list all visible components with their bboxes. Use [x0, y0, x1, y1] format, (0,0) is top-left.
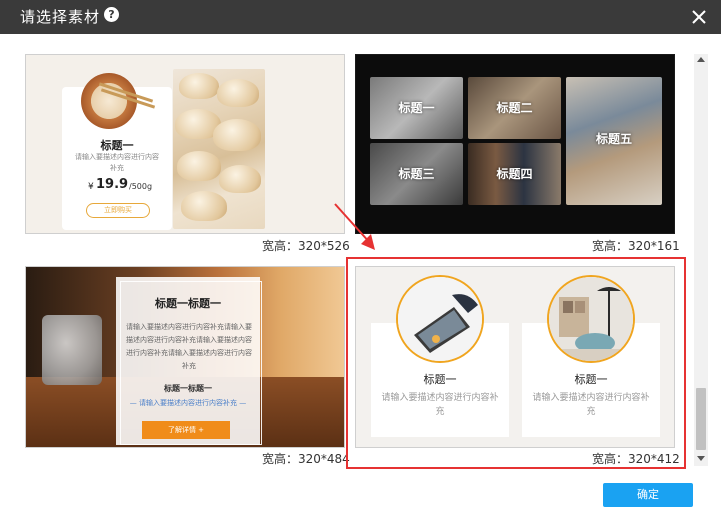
material-card-product[interactable]: 标题一 请输入要描述内容进行内容补充 ¥ 19.9 /500g 立即购买 [25, 54, 345, 234]
confirm-button[interactable]: 确定 [603, 483, 693, 507]
grid-tile: 标题二 [468, 77, 561, 139]
grid-tile: 标题一 [370, 77, 463, 139]
grid-tile: 标题五 [566, 77, 662, 205]
learn-more-button: 了解详情 + [142, 421, 230, 439]
price-unit: /500g [129, 182, 153, 191]
grid-tile: 标题四 [468, 143, 561, 205]
buy-now-button: 立即购买 [86, 203, 150, 218]
tile-label: 标题五 [595, 132, 632, 146]
dumpling-photo [173, 69, 265, 229]
banner-title: 标题一标题一 [155, 297, 221, 310]
material-card-grid[interactable]: 标题一 标题二 标题三 标题四 标题五 [355, 54, 675, 234]
tile-label: 标题二 [496, 101, 533, 115]
question-circle-icon[interactable]: ? [104, 7, 119, 22]
banner-sublink: — 请输入要描述内容进行内容补充 — [129, 399, 247, 407]
tile-label: 标题一 [398, 101, 435, 115]
close-icon[interactable] [688, 6, 710, 28]
product-desc: 请输入要描述内容进行内容补充 [75, 153, 159, 172]
tile-label: 标题三 [398, 167, 435, 181]
scroll-thumb[interactable] [696, 388, 706, 450]
dialog-titlebar: 请选择素材 ? [0, 0, 721, 34]
selection-highlight [346, 257, 686, 469]
size-label: 宽高：320*484 [262, 452, 350, 466]
scroll-up-icon[interactable] [697, 57, 705, 62]
material-dialog: 请选择素材 ? 标题一 请输入要描述内容进行内容补充 ¥ 19.9 /500g … [0, 0, 721, 520]
banner-desc: 请输入要描述内容进行内容补充请输入要描述内容进行内容补充请输入要描述内容进行内容… [126, 323, 252, 370]
price-currency: ¥ [88, 182, 94, 192]
scrollbar[interactable] [694, 54, 708, 466]
scroll-down-icon[interactable] [697, 456, 705, 461]
material-card-banner[interactable]: 标题一标题一 请输入要描述内容进行内容补充请输入要描述内容进行内容补充请输入要描… [25, 266, 345, 448]
product-title: 标题一 [100, 139, 134, 152]
annotation-arrow-icon [334, 203, 375, 250]
size-label: 宽高：320*161 [592, 239, 680, 253]
product-price: 19.9 [96, 177, 129, 192]
tile-label: 标题四 [496, 167, 533, 181]
banner-subtitle: 标题一标题一 [164, 384, 212, 393]
dialog-title: 请选择素材 [20, 8, 101, 26]
dumpling-plate-image [81, 73, 137, 129]
cup-image [42, 315, 102, 385]
